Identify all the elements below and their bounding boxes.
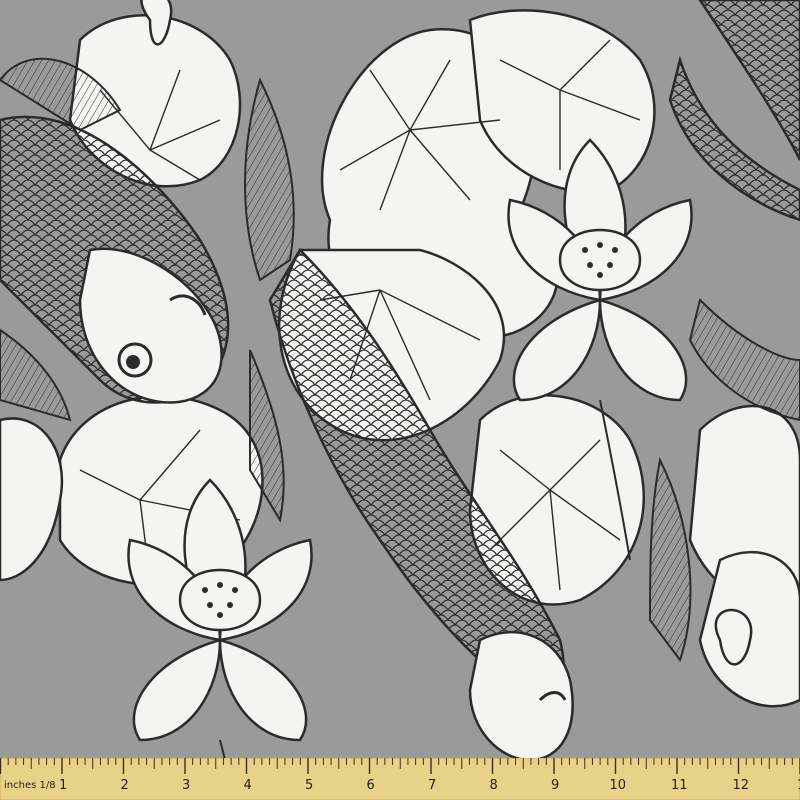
koi-lotus-pattern <box>0 0 800 800</box>
ruler-number: 5 <box>305 778 313 793</box>
ruler-number: 1 <box>59 778 67 793</box>
ruler-number: 4 <box>244 778 252 793</box>
fabric-swatch: inches 1/8 1234567891011121 <box>0 0 800 800</box>
ruler-unit-label: inches 1/8 <box>4 780 56 791</box>
ruler-number: 10 <box>610 778 627 793</box>
ruler-number: 3 <box>182 778 190 793</box>
ruler-number: 2 <box>121 778 129 793</box>
ruler-number: 6 <box>367 778 375 793</box>
measuring-ruler: inches 1/8 1234567891011121 <box>0 758 800 800</box>
ruler-number: 8 <box>490 778 498 793</box>
ruler-number: 12 <box>733 778 750 793</box>
ruler-number: 11 <box>671 778 688 793</box>
ruler-number: 7 <box>428 778 436 793</box>
ruler-number: 9 <box>551 778 559 793</box>
